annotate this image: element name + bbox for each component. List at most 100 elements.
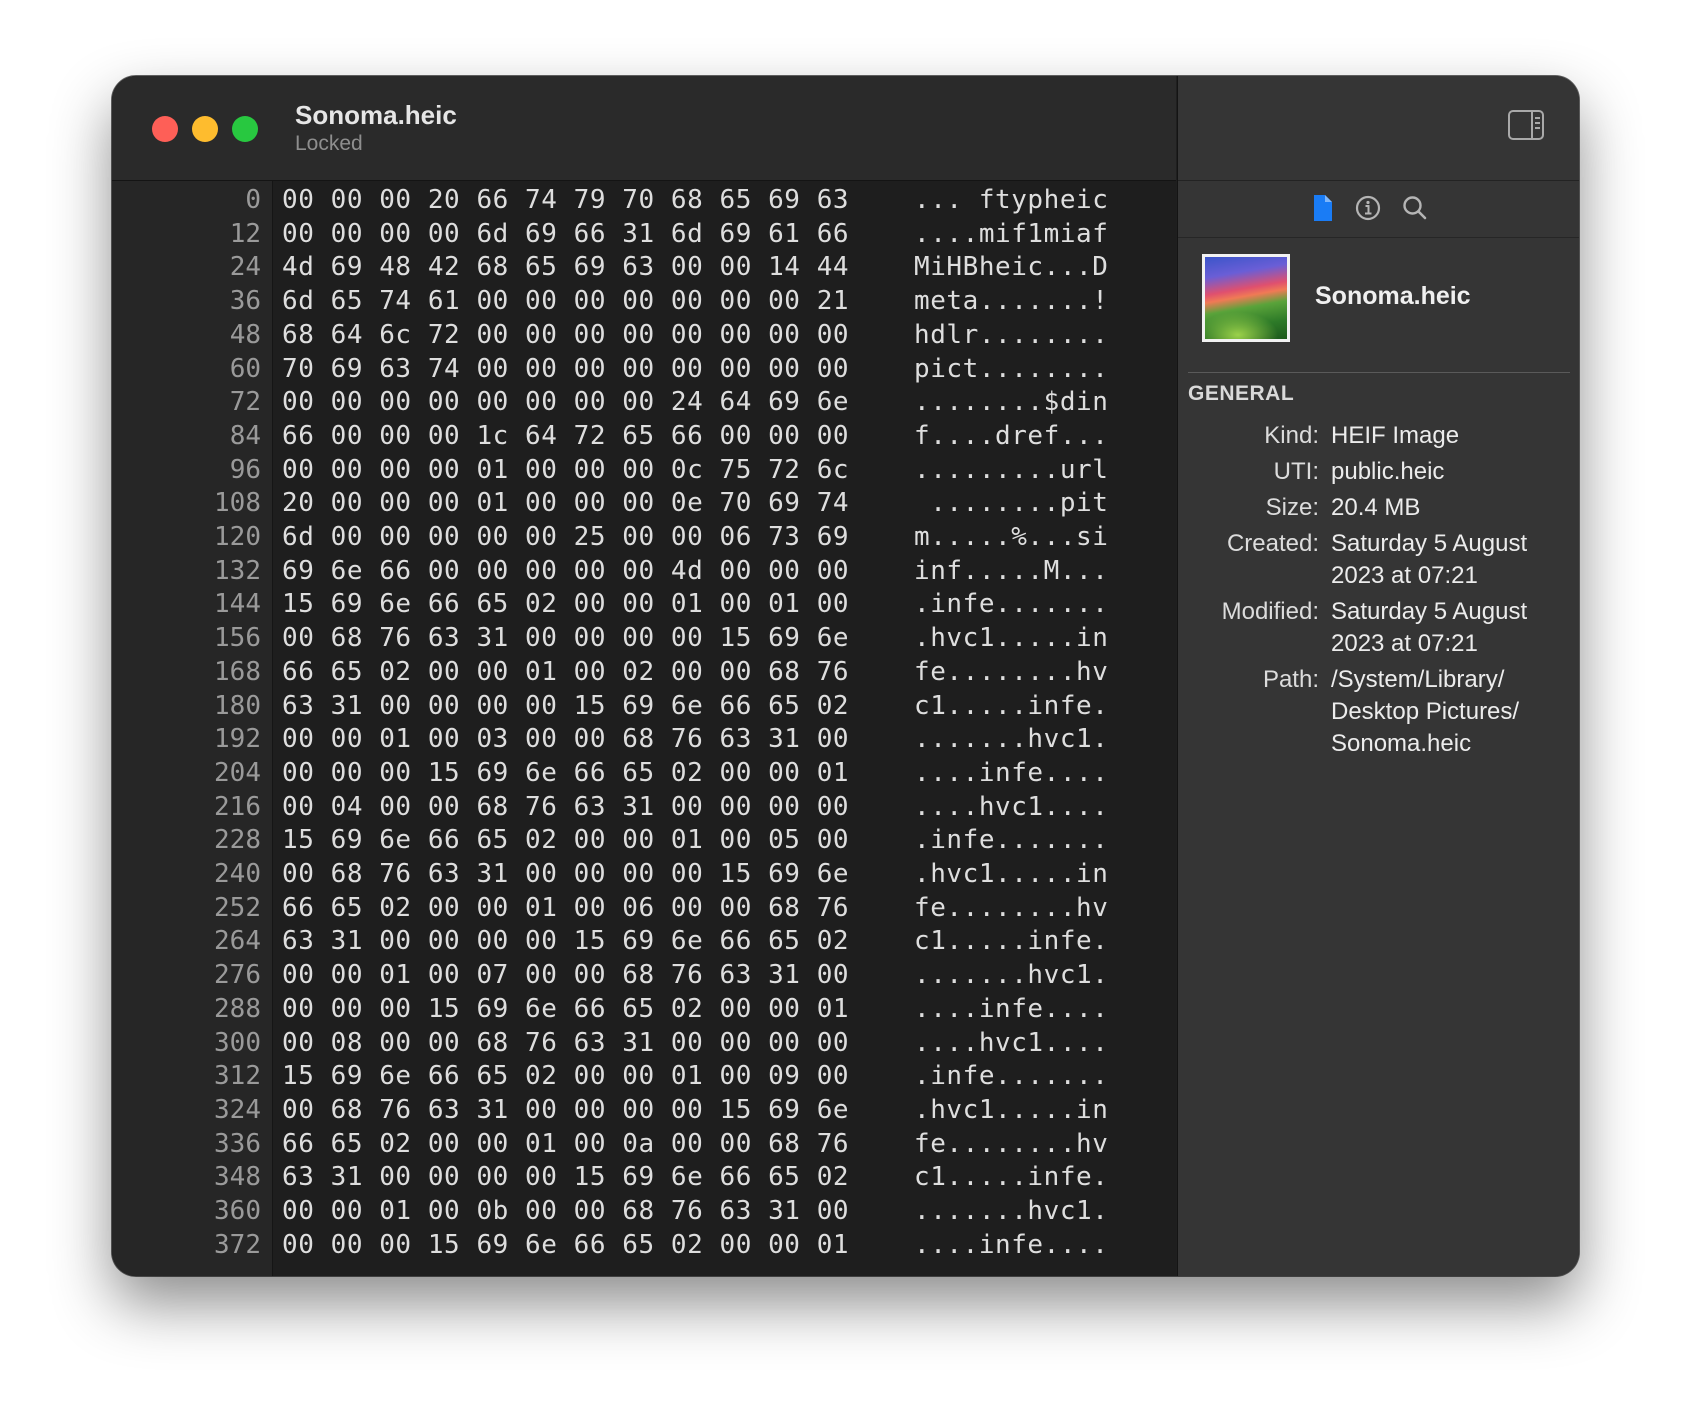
row-ascii[interactable]: c1.....infe. bbox=[914, 689, 1108, 723]
row-ascii[interactable]: .hvc1.....in bbox=[914, 1093, 1108, 1127]
row-hex-bytes[interactable]: 63 31 00 00 00 00 15 69 6e 66 65 02 bbox=[282, 924, 849, 958]
row-ascii[interactable]: .infe....... bbox=[914, 823, 1108, 857]
row-offset: 156 bbox=[214, 623, 261, 654]
row-hex-bytes[interactable]: 6d 65 74 61 00 00 00 00 00 00 00 21 bbox=[282, 284, 849, 318]
property-row: Created: Saturday 5 August 2023 at 07:21 bbox=[1178, 528, 1579, 592]
row-hex-bytes[interactable]: 66 65 02 00 00 01 00 02 00 00 68 76 bbox=[282, 655, 849, 689]
row-ascii[interactable]: ....hvc1.... bbox=[914, 1026, 1108, 1060]
row-ascii[interactable]: MiHBheic...D bbox=[914, 250, 1108, 284]
row-offset: 12 bbox=[229, 218, 261, 249]
row-offset: 372 bbox=[214, 1229, 261, 1260]
row-ascii[interactable]: fe........hv bbox=[914, 655, 1108, 689]
window-title: Sonoma.heic bbox=[295, 100, 457, 130]
row-ascii[interactable]: fe........hv bbox=[914, 1127, 1108, 1161]
row-ascii[interactable]: ....infe.... bbox=[914, 1228, 1108, 1262]
search-icon[interactable] bbox=[1400, 193, 1430, 223]
row-hex-bytes[interactable]: 00 00 00 15 69 6e 66 65 02 00 00 01 bbox=[282, 1228, 849, 1262]
row-ascii[interactable]: c1.....infe. bbox=[914, 1160, 1108, 1194]
row-hex-bytes[interactable]: 00 68 76 63 31 00 00 00 00 15 69 6e bbox=[282, 857, 849, 891]
hex-view[interactable]: 0 00 00 00 20 66 74 79 70 68 65 69 63 ... … bbox=[112, 181, 1176, 1276]
file-name: Sonoma.heic bbox=[1315, 282, 1471, 310]
row-hex-bytes[interactable]: 00 00 00 00 01 00 00 00 0c 75 72 6c bbox=[282, 453, 849, 487]
row-hex-bytes[interactable]: 00 00 00 15 69 6e 66 65 02 00 00 01 bbox=[282, 992, 849, 1026]
property-label: Created: bbox=[1226, 530, 1319, 557]
row-hex-bytes[interactable]: 66 00 00 00 1c 64 72 65 66 00 00 00 bbox=[282, 419, 849, 453]
row-ascii[interactable]: .......hvc1. bbox=[914, 958, 1108, 992]
row-ascii[interactable]: ... ftypheic bbox=[914, 183, 1108, 217]
row-offset: 48 bbox=[229, 319, 261, 350]
row-ascii[interactable]: .......hvc1. bbox=[914, 722, 1108, 756]
row-offset: 348 bbox=[214, 1162, 261, 1193]
row-hex-bytes[interactable]: 00 00 01 00 0b 00 00 68 76 63 31 00 bbox=[282, 1194, 849, 1228]
row-offset: 252 bbox=[214, 892, 261, 923]
row-offset: 216 bbox=[214, 791, 261, 822]
row-ascii[interactable]: ....mif1miaf bbox=[914, 217, 1108, 251]
row-hex-bytes[interactable]: 4d 69 48 42 68 65 69 63 00 00 14 44 bbox=[282, 250, 849, 284]
row-ascii[interactable]: ....infe.... bbox=[914, 992, 1108, 1026]
property-value: Saturday 5 August 2023 at 07:21 bbox=[1331, 598, 1528, 657]
property-value: Saturday 5 August 2023 at 07:21 bbox=[1331, 530, 1528, 589]
zoom-button[interactable] bbox=[232, 116, 258, 142]
row-offset: 120 bbox=[214, 522, 261, 552]
property-label: Kind: bbox=[1264, 422, 1319, 449]
row-ascii[interactable]: c1.....infe. bbox=[914, 924, 1108, 958]
row-ascii[interactable]: meta.......! bbox=[914, 284, 1108, 318]
document-icon[interactable] bbox=[1308, 193, 1338, 223]
row-hex-bytes[interactable]: 6d 00 00 00 00 00 25 00 00 06 73 69 bbox=[282, 520, 849, 554]
row-hex-bytes[interactable]: 69 6e 66 00 00 00 00 00 4d 00 00 00 bbox=[282, 554, 849, 588]
row-hex-bytes[interactable]: 00 08 00 00 68 76 63 31 00 00 00 00 bbox=[282, 1026, 849, 1060]
row-hex-bytes[interactable]: 00 00 01 00 07 00 00 68 76 63 31 00 bbox=[282, 958, 849, 992]
close-button[interactable] bbox=[152, 116, 178, 142]
row-ascii[interactable]: ....hvc1.... bbox=[914, 790, 1108, 824]
row-ascii[interactable]: hdlr........ bbox=[914, 318, 1108, 352]
row-ascii[interactable]: .......hvc1. bbox=[914, 1194, 1108, 1228]
sidebar-toggle-icon[interactable] bbox=[1508, 110, 1544, 140]
row-hex-bytes[interactable]: 66 65 02 00 00 01 00 06 00 00 68 76 bbox=[282, 891, 849, 925]
row-hex-bytes[interactable]: 20 00 00 00 01 00 00 00 0e 70 69 74 bbox=[282, 486, 849, 520]
row-ascii[interactable]: .........url bbox=[914, 453, 1108, 487]
row-hex-bytes[interactable]: 63 31 00 00 00 00 15 69 6e 66 65 02 bbox=[282, 689, 849, 723]
row-hex-bytes[interactable]: 00 00 00 20 66 74 79 70 68 65 69 63 bbox=[282, 183, 849, 217]
row-ascii[interactable]: .infe....... bbox=[914, 587, 1108, 621]
row-ascii[interactable]: fe........hv bbox=[914, 891, 1108, 925]
row-ascii[interactable]: ........$din bbox=[914, 385, 1108, 419]
row-hex-bytes[interactable]: 00 68 76 63 31 00 00 00 00 15 69 6e bbox=[282, 1093, 849, 1127]
row-hex-bytes[interactable]: 15 69 6e 66 65 02 00 00 01 00 05 00 bbox=[282, 823, 849, 857]
window-subtitle: Locked bbox=[295, 132, 363, 155]
row-hex-bytes[interactable]: 00 00 00 15 69 6e 66 65 02 00 00 01 bbox=[282, 756, 849, 790]
inspector-panel: Sonoma.heic GENERAL Kind: HEIF Image UTI: p… bbox=[1177, 76, 1579, 1276]
row-ascii[interactable]: .hvc1.....in bbox=[914, 857, 1108, 891]
minimize-button[interactable] bbox=[192, 116, 218, 142]
row-offset: 132 bbox=[214, 555, 261, 586]
row-ascii[interactable]: inf.....M... bbox=[914, 554, 1108, 588]
row-hex-bytes[interactable]: 00 68 76 63 31 00 00 00 00 15 69 6e bbox=[282, 621, 849, 655]
row-ascii[interactable]: f....dref... bbox=[914, 419, 1108, 453]
row-offset: 336 bbox=[214, 1128, 261, 1159]
row-ascii[interactable]: ........pit bbox=[914, 486, 1108, 520]
row-offset: 36 bbox=[229, 286, 261, 317]
property-value: public.heic bbox=[1331, 458, 1445, 485]
row-offset: 264 bbox=[214, 926, 261, 957]
row-hex-bytes[interactable]: 00 00 01 00 03 00 00 68 76 63 31 00 bbox=[282, 722, 849, 756]
row-hex-bytes[interactable]: 63 31 00 00 00 00 15 69 6e 66 65 02 bbox=[282, 1160, 849, 1194]
file-thumbnail bbox=[1202, 254, 1290, 342]
info-icon[interactable] bbox=[1353, 193, 1383, 223]
row-ascii[interactable]: pict........ bbox=[914, 352, 1108, 386]
row-offset: 72 bbox=[229, 387, 261, 418]
section-divider bbox=[1188, 372, 1570, 373]
row-ascii[interactable]: .infe....... bbox=[914, 1059, 1108, 1093]
row-hex-bytes[interactable]: 00 04 00 00 68 76 63 31 00 00 00 00 bbox=[282, 790, 849, 824]
row-offset: 180 bbox=[214, 690, 261, 721]
row-hex-bytes[interactable]: 66 65 02 00 00 01 00 0a 00 00 68 76 bbox=[282, 1127, 849, 1161]
row-hex-bytes[interactable]: 15 69 6e 66 65 02 00 00 01 00 01 00 bbox=[282, 587, 849, 621]
row-hex-bytes[interactable]: 15 69 6e 66 65 02 00 00 01 00 09 00 bbox=[282, 1059, 849, 1093]
row-hex-bytes[interactable]: 00 00 00 00 6d 69 66 31 6d 69 61 66 bbox=[282, 217, 849, 251]
row-hex-bytes[interactable]: 00 00 00 00 00 00 00 00 24 64 69 6e bbox=[282, 385, 849, 419]
row-hex-bytes[interactable]: 68 64 6c 72 00 00 00 00 00 00 00 00 bbox=[282, 318, 849, 352]
row-offset: 84 bbox=[229, 420, 261, 451]
row-ascii[interactable]: ....infe.... bbox=[914, 756, 1108, 790]
row-offset: 192 bbox=[214, 724, 261, 755]
row-ascii[interactable]: .hvc1.....in bbox=[914, 621, 1108, 655]
row-hex-bytes[interactable]: 70 69 63 74 00 00 00 00 00 00 00 00 bbox=[282, 352, 849, 386]
row-ascii[interactable]: m.....%...si bbox=[914, 520, 1108, 554]
